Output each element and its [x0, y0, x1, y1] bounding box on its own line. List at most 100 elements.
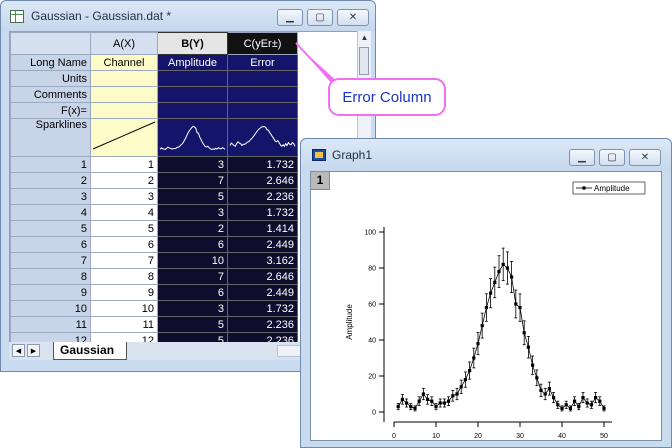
fx-a[interactable] — [90, 102, 158, 119]
cell-error[interactable]: 2.236 — [227, 188, 298, 205]
cell-channel[interactable]: 3 — [90, 188, 158, 205]
row-label-units[interactable]: Units — [10, 70, 91, 87]
cell-error[interactable]: 2.646 — [227, 268, 298, 285]
sheet-nav-right-icon[interactable]: ▶ — [27, 344, 40, 357]
units-b[interactable] — [157, 70, 228, 87]
cell-error[interactable]: 2.236 — [227, 316, 298, 333]
cell-error[interactable]: 2.646 — [227, 172, 298, 189]
layer-tab[interactable]: 1 — [311, 172, 330, 190]
graph-minimize-button[interactable]: ▁ — [569, 149, 595, 166]
amplitude-chart[interactable]: 01020304050020406080100ChannelAmplitudeA… — [311, 172, 661, 448]
data-point — [585, 401, 589, 405]
cell-amplitude[interactable]: 5 — [157, 316, 228, 333]
cell-amplitude[interactable]: 10 — [157, 252, 228, 269]
long-name-a[interactable]: Channel — [90, 54, 158, 71]
data-point — [417, 399, 421, 403]
cell-error[interactable]: 2.449 — [227, 284, 298, 301]
data-point — [438, 401, 442, 405]
units-a[interactable] — [90, 70, 158, 87]
cell-error[interactable]: 2.449 — [227, 236, 298, 253]
comments-b[interactable] — [157, 86, 228, 103]
comments-a[interactable] — [90, 86, 158, 103]
data-point — [514, 302, 518, 306]
graph-window[interactable]: Graph1 ▁ ▢ ✕ 1 01020304050020406080100Ch… — [300, 138, 672, 448]
graph-page[interactable]: 1 01020304050020406080100ChannelAmplitud… — [310, 171, 662, 448]
sparkline-a[interactable] — [90, 118, 158, 157]
maximize-icon: ▢ — [607, 152, 617, 163]
y-axis-label: Amplitude — [345, 304, 354, 340]
graph-close-button[interactable]: ✕ — [629, 149, 661, 166]
data-point — [476, 342, 480, 346]
row-number[interactable]: 1 — [10, 156, 91, 173]
cell-error[interactable]: 1.732 — [227, 156, 298, 173]
sheet-tab-gaussian[interactable]: Gaussian — [53, 342, 128, 360]
row-label-long-name[interactable]: Long Name — [10, 54, 91, 71]
sparkline-c[interactable] — [227, 118, 298, 157]
cell-amplitude[interactable]: 5 — [157, 188, 228, 205]
cell-amplitude[interactable]: 6 — [157, 284, 228, 301]
cell-channel[interactable]: 6 — [90, 236, 158, 253]
row-number[interactable]: 4 — [10, 204, 91, 221]
y-tick-label: 80 — [368, 266, 376, 273]
row-number[interactable]: 6 — [10, 236, 91, 253]
row-number[interactable]: 3 — [10, 188, 91, 205]
scroll-up-icon[interactable]: ▲ — [358, 31, 371, 45]
cell-error[interactable]: 1.732 — [227, 204, 298, 221]
long-name-c[interactable]: Error — [227, 54, 298, 71]
cell-channel[interactable]: 4 — [90, 204, 158, 221]
graph-titlebar[interactable]: Graph1 ▁ ▢ ✕ — [301, 139, 671, 171]
cell-amplitude[interactable]: 3 — [157, 204, 228, 221]
row-label-comments[interactable]: Comments — [10, 86, 91, 103]
amplitude-line — [397, 263, 605, 410]
cell-amplitude[interactable]: 6 — [157, 236, 228, 253]
row-number[interactable]: 9 — [10, 284, 91, 301]
row-label-sparklines[interactable]: Sparklines — [10, 118, 91, 157]
fx-c[interactable] — [227, 102, 298, 119]
cell-channel[interactable]: 10 — [90, 300, 158, 317]
corner-cell[interactable] — [10, 32, 91, 55]
cell-channel[interactable]: 8 — [90, 268, 158, 285]
cell-amplitude[interactable]: 7 — [157, 172, 228, 189]
scroll-thumb[interactable] — [359, 47, 369, 75]
cell-error[interactable]: 3.162 — [227, 252, 298, 269]
x-tick-label: 10 — [432, 433, 440, 440]
row-number[interactable]: 11 — [10, 316, 91, 333]
maximize-button[interactable]: ▢ — [307, 9, 333, 26]
cell-amplitude[interactable]: 3 — [157, 300, 228, 317]
close-button[interactable]: ✕ — [337, 9, 369, 26]
row-number[interactable]: 8 — [10, 268, 91, 285]
sparkline-b[interactable] — [157, 118, 228, 157]
cell-channel[interactable]: 11 — [90, 316, 158, 333]
cell-channel[interactable]: 2 — [90, 172, 158, 189]
x-tick-label: 40 — [558, 433, 566, 440]
units-c[interactable] — [227, 70, 298, 87]
cell-channel[interactable]: 1 — [90, 156, 158, 173]
row-number[interactable]: 7 — [10, 252, 91, 269]
row-label-fx[interactable]: F(x)= — [10, 102, 91, 119]
cell-amplitude[interactable]: 3 — [157, 156, 228, 173]
cell-error[interactable]: 1.414 — [227, 220, 298, 237]
cell-error[interactable]: 1.732 — [227, 300, 298, 317]
cell-amplitude[interactable]: 2 — [157, 220, 228, 237]
cell-channel[interactable]: 7 — [90, 252, 158, 269]
row-number[interactable]: 2 — [10, 172, 91, 189]
cell-channel[interactable]: 5 — [90, 220, 158, 237]
comments-c[interactable] — [227, 86, 298, 103]
data-point — [405, 401, 409, 405]
column-header-c[interactable]: C(yEr±) — [227, 32, 298, 55]
data-point — [526, 345, 530, 349]
fx-b[interactable] — [157, 102, 228, 119]
row-number[interactable]: 5 — [10, 220, 91, 237]
minimize-button[interactable]: ▁ — [277, 9, 303, 26]
graph-title: Graph1 — [332, 148, 373, 162]
row-number[interactable]: 10 — [10, 300, 91, 317]
sheet-nav-left-icon[interactable]: ◀ — [12, 344, 25, 357]
column-header-b[interactable]: B(Y) — [157, 32, 228, 55]
cell-channel[interactable]: 9 — [90, 284, 158, 301]
workbook-titlebar[interactable]: Gaussian - Gaussian.dat * ▁ ▢ ✕ — [1, 1, 375, 31]
column-header-a[interactable]: A(X) — [90, 32, 158, 55]
cell-amplitude[interactable]: 7 — [157, 268, 228, 285]
y-tick-label: 40 — [368, 338, 376, 345]
long-name-b[interactable]: Amplitude — [157, 54, 228, 71]
graph-maximize-button[interactable]: ▢ — [599, 149, 625, 166]
